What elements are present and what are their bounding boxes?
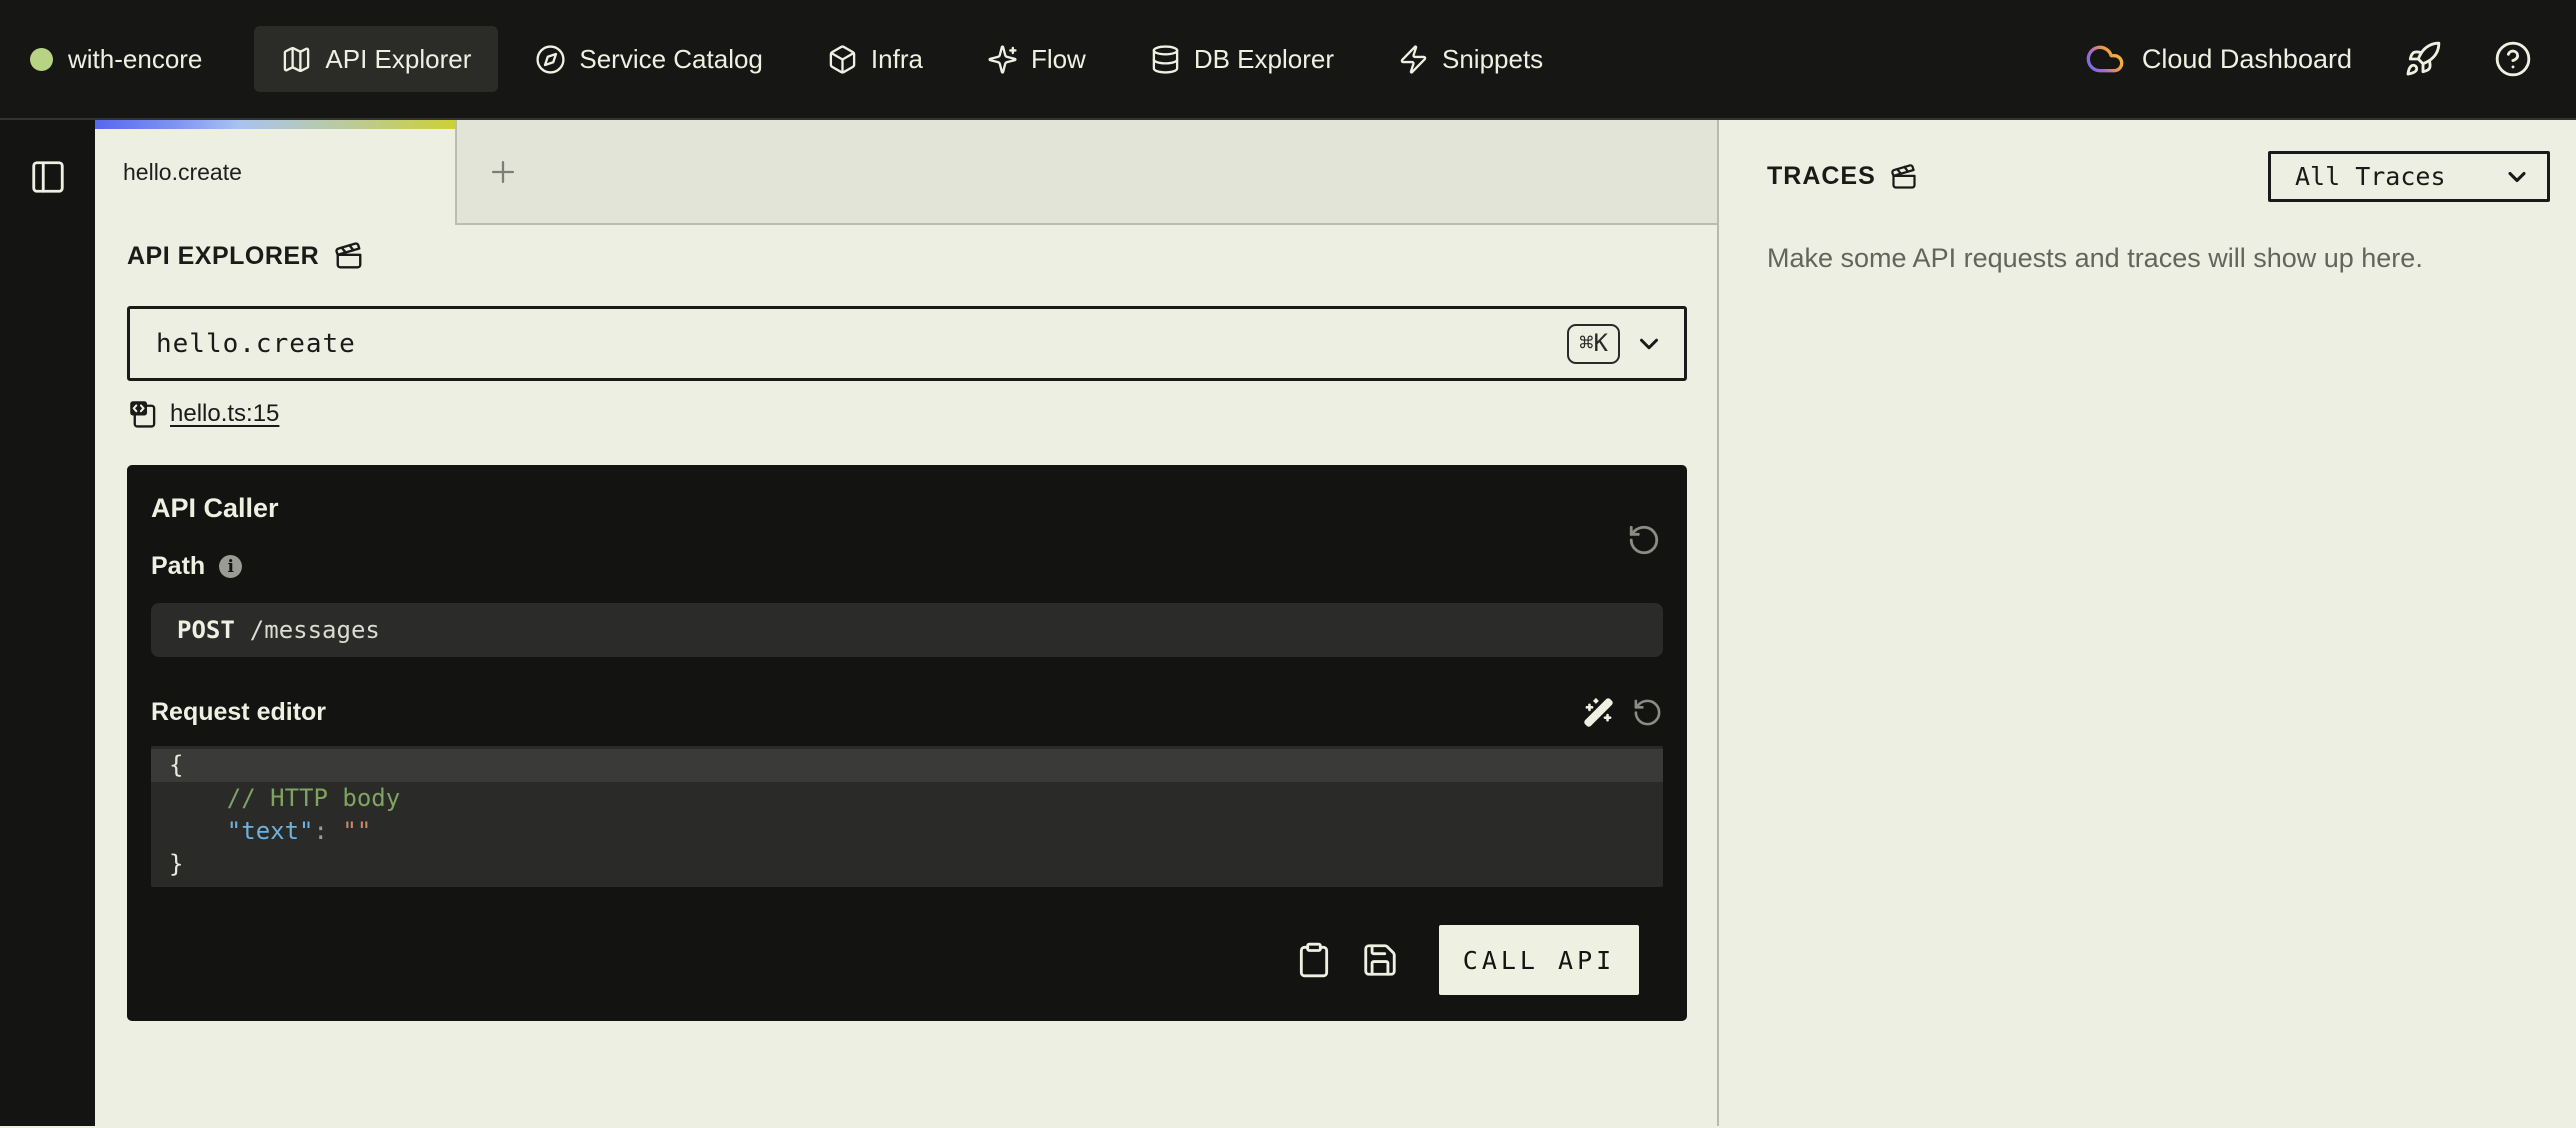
- cloud-icon: [2085, 39, 2125, 79]
- save-request-button[interactable]: [1361, 941, 1399, 979]
- file-code-icon: [127, 398, 158, 429]
- endpoint-method-path: POST /messages: [151, 603, 1663, 657]
- endpoint-selector[interactable]: hello.create ⌘K: [127, 306, 1687, 381]
- source-file-link[interactable]: hello.ts:15: [170, 400, 279, 428]
- plus-icon: [486, 155, 520, 189]
- tab-label: hello.create: [123, 159, 242, 186]
- nav-item-snippets[interactable]: Snippets: [1371, 26, 1570, 92]
- request-body-editor[interactable]: { // HTTP body "text": "" }: [151, 746, 1663, 887]
- top-nav: with-encore API Explorer Service Catalog…: [0, 0, 2576, 120]
- code-line-2: // HTTP body: [151, 782, 1663, 815]
- wand-sparkles-icon: [1583, 697, 1614, 728]
- traces-header: TRACES All Traces: [1767, 151, 2550, 202]
- left-rail: [0, 120, 95, 1126]
- nav-item-label: DB Explorer: [1194, 44, 1334, 75]
- http-method: POST: [177, 616, 235, 644]
- info-icon[interactable]: i: [219, 555, 242, 578]
- nav-item-db-explorer[interactable]: DB Explorer: [1123, 26, 1361, 92]
- code-line-1: {: [151, 749, 1663, 782]
- main-column: hello.create API EXPLORER hello.create: [95, 120, 1719, 1126]
- box-icon: [827, 44, 858, 75]
- path-row: Path i: [151, 552, 1663, 581]
- traces-filter-value: All Traces: [2295, 162, 2446, 191]
- tab-hello-create[interactable]: hello.create: [95, 120, 455, 225]
- app-name: with-encore: [68, 44, 202, 75]
- nav-item-label: Flow: [1031, 44, 1086, 75]
- reset-path-button[interactable]: [1627, 523, 1661, 557]
- map-icon: [281, 44, 312, 75]
- api-explorer-content: API EXPLORER hello.create ⌘K hello.ts:15: [95, 225, 1717, 1021]
- api-explorer-heading: API EXPLORER: [127, 241, 1685, 271]
- clipboard-icon: [1295, 941, 1333, 979]
- clapperboard-icon: [334, 241, 364, 271]
- zap-icon: [1398, 44, 1429, 75]
- sparkle-icon: [987, 44, 1018, 75]
- nav-item-label: Snippets: [1442, 44, 1543, 75]
- app-brand: with-encore: [30, 44, 202, 75]
- endpoint-selector-value: hello.create: [156, 329, 356, 359]
- path-label: Path: [151, 552, 205, 581]
- traces-empty-message: Make some API requests and traces will s…: [1767, 243, 2550, 274]
- tab-strip: hello.create: [95, 120, 1717, 225]
- save-icon: [1361, 941, 1399, 979]
- clapperboard-icon: [1890, 163, 1918, 191]
- reset-body-button[interactable]: [1632, 697, 1663, 728]
- call-api-button[interactable]: CALL API: [1439, 925, 1639, 995]
- help-icon: [2494, 40, 2532, 78]
- chevron-down-icon: [1634, 329, 1664, 359]
- api-caller-title: API Caller: [151, 493, 1663, 524]
- main-nav: API Explorer Service Catalog Infra Flow …: [254, 26, 1570, 92]
- panel-left-icon: [29, 158, 67, 196]
- database-icon: [1150, 44, 1181, 75]
- traces-filter-dropdown[interactable]: All Traces: [2268, 151, 2550, 202]
- traces-panel: TRACES All Traces Make some API requests…: [1719, 120, 2576, 1126]
- launch-button[interactable]: [2404, 40, 2442, 78]
- sidebar-toggle-button[interactable]: [29, 158, 67, 196]
- copy-request-button[interactable]: [1295, 941, 1333, 979]
- new-tab-button[interactable]: [481, 150, 525, 194]
- page-title: API EXPLORER: [127, 242, 319, 271]
- request-editor-label: Request editor: [151, 698, 326, 727]
- nav-item-infra[interactable]: Infra: [800, 26, 950, 92]
- nav-item-api-explorer[interactable]: API Explorer: [254, 26, 498, 92]
- help-button[interactable]: [2494, 40, 2532, 78]
- traces-title: TRACES: [1767, 162, 1876, 191]
- source-file-row: hello.ts:15: [127, 398, 1685, 429]
- nav-item-service-catalog[interactable]: Service Catalog: [508, 26, 790, 92]
- rocket-icon: [2404, 40, 2442, 78]
- cloud-dashboard-label: Cloud Dashboard: [2142, 44, 2352, 75]
- request-editor-header: Request editor: [151, 697, 1663, 728]
- cloud-dashboard-link[interactable]: Cloud Dashboard: [2085, 39, 2352, 79]
- code-line-3: "text": "": [151, 815, 1663, 848]
- chevron-down-icon: [2503, 163, 2531, 191]
- reset-icon: [1627, 523, 1661, 557]
- compass-icon: [535, 44, 566, 75]
- api-caller-footer: CALL API: [151, 925, 1663, 995]
- tab-strip-rest: [455, 120, 1717, 225]
- nav-item-label: API Explorer: [325, 44, 471, 75]
- shortcut-badge: ⌘K: [1567, 324, 1620, 364]
- nav-item-label: Infra: [871, 44, 923, 75]
- nav-item-label: Service Catalog: [579, 44, 763, 75]
- api-caller-panel: API Caller Path i POST /messages Request…: [127, 465, 1687, 1021]
- http-path: /messages: [250, 616, 380, 644]
- autofill-button[interactable]: [1583, 697, 1614, 728]
- app-status-dot: [30, 48, 53, 71]
- reset-icon: [1632, 697, 1663, 728]
- code-line-4: }: [151, 848, 1663, 881]
- nav-item-flow[interactable]: Flow: [960, 26, 1113, 92]
